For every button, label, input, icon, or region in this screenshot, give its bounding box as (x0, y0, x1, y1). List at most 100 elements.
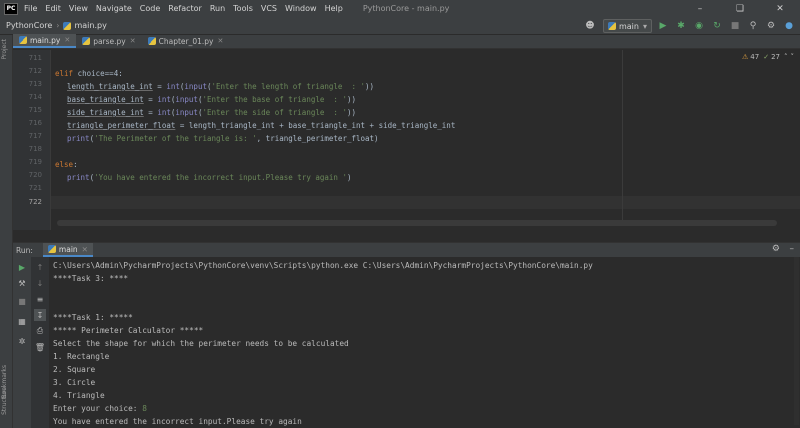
breadcrumb-project[interactable]: PythonCore (6, 21, 52, 30)
console-line: You have entered the incorrect input.Ple… (53, 417, 302, 426)
project-tool-button[interactable]: Project (1, 39, 8, 60)
profile-icon[interactable]: ↻ (710, 19, 724, 33)
line-number-gutter: 711 712 713 714 715 716 717 718 719 720 … (13, 50, 51, 230)
chevron-down-icon: ▾ (642, 21, 647, 31)
run-icon[interactable]: ▶ (656, 19, 670, 33)
wrench-icon[interactable]: ⚒ (16, 277, 28, 289)
right-margin-guide (622, 50, 623, 220)
close-icon[interactable]: ✕ (82, 245, 88, 254)
python-file-icon (147, 37, 156, 45)
chevron-down-icon[interactable]: ˅ (791, 53, 795, 61)
python-file-icon (82, 37, 91, 45)
tab-chapter-01-py[interactable]: Chapter_01.py ✕ (142, 34, 230, 48)
console-line: C:\Users\Admin\PycharmProjects\PythonCor… (53, 261, 593, 270)
warning-count: 47 (750, 53, 760, 61)
console-user-input: 8 (142, 404, 147, 413)
search-icon[interactable]: ⚲ (746, 19, 760, 33)
code-line-715: side_triangle_int = int(input('Enter the… (67, 108, 356, 117)
stop-icon[interactable]: ■ (16, 295, 28, 307)
console-line: ****Task 3: **** (53, 274, 129, 283)
chevron-right-icon: › (56, 21, 60, 30)
code-line-713: length_triangle_int = int(input('Enter t… (67, 82, 375, 91)
stop-icon[interactable]: ■ (728, 19, 742, 33)
arrow-up-icon[interactable]: ↑ (34, 261, 46, 273)
menu-vcs[interactable]: VCS (261, 4, 277, 13)
restore-window-button[interactable]: ❏ (720, 0, 760, 17)
console-output[interactable]: C:\Users\Admin\PycharmProjects\PythonCor… (53, 259, 793, 427)
menu-file[interactable]: File (24, 4, 37, 13)
coverage-icon[interactable]: ◉ (692, 19, 706, 33)
code-line-720: print('You have entered the incorrect in… (67, 173, 352, 182)
run-configuration-label: main (618, 21, 639, 31)
warning-icon: ⚠ (742, 53, 749, 61)
minimize-icon[interactable]: – (790, 244, 795, 254)
console-line: 3. Circle (53, 378, 96, 387)
tab-main-py[interactable]: main.py ✕ (13, 34, 77, 48)
menu-help[interactable]: Help (325, 4, 343, 13)
minimize-window-button[interactable]: – (680, 0, 720, 17)
line-number: 720 (28, 171, 42, 179)
line-number: 717 (28, 132, 42, 140)
rerun-icon[interactable]: ▶ (16, 261, 28, 273)
menu-refactor[interactable]: Refactor (168, 4, 202, 13)
user-icon[interactable]: ☻ (583, 19, 597, 33)
navigation-bar: PythonCore › main.py ☻ main ▾ ▶ ✱ ◉ ↻ ■ … (0, 17, 800, 35)
menu-run[interactable]: Run (210, 4, 225, 13)
console-prompt: Enter your choice: (53, 404, 143, 413)
layout-icon[interactable]: ▦ (16, 315, 28, 327)
console-line: 2. Square (53, 365, 96, 374)
line-number: 715 (28, 106, 42, 114)
python-file-icon (607, 22, 616, 30)
print-icon[interactable]: ⎙ (34, 325, 46, 337)
run-tool-header: Run: main ✕ ⚙ – (13, 243, 800, 257)
menu-edit[interactable]: Edit (45, 4, 61, 13)
menu-window[interactable]: Window (285, 4, 317, 13)
console-line: 1. Rectangle (53, 352, 110, 361)
pycharm-logo-icon: PC (4, 2, 18, 15)
trash-icon[interactable]: 🗑 (34, 341, 46, 353)
run-tab-main[interactable]: main ✕ (42, 243, 93, 257)
weak-warning-count: 27 (771, 53, 780, 61)
pin-icon[interactable]: ✲ (16, 335, 28, 347)
arrow-down-icon[interactable]: ↓ (34, 277, 46, 289)
inspection-widget[interactable]: ⚠ 47 ✓ 27 ˄ ˅ (742, 53, 794, 61)
menu-navigate[interactable]: Navigate (96, 4, 132, 13)
code-line-714: base_triangle_int = int(input('Enter the… (67, 95, 356, 104)
run-label: Run: (16, 245, 33, 255)
close-icon[interactable]: ✕ (130, 37, 136, 45)
line-number: 721 (28, 184, 42, 192)
code-line-719: else: (55, 160, 78, 169)
code-editor[interactable]: 711 712 713 714 715 716 717 718 719 720 … (13, 50, 800, 230)
tab-parse-py[interactable]: parse.py ✕ (76, 34, 141, 48)
breadcrumb-file[interactable]: main.py (74, 21, 106, 30)
close-icon[interactable]: ✕ (218, 37, 224, 45)
close-icon[interactable]: ✕ (64, 36, 70, 44)
scroll-to-end-icon[interactable]: ↧ (34, 309, 46, 321)
run-configuration-select[interactable]: main ▾ (602, 19, 652, 33)
tab-label: parse.py (93, 36, 126, 46)
tab-label: main.py (30, 35, 61, 45)
menu-view[interactable]: View (69, 4, 88, 13)
gear-icon[interactable]: ⚙ (772, 244, 780, 254)
run-toolbar-primary: ▶ ⚒ ■ ▦ ✲ (13, 257, 31, 428)
line-number: 712 (28, 67, 42, 75)
console-line: ****Task 1: ***** (53, 313, 133, 322)
soft-wrap-icon[interactable]: ≡ (34, 293, 46, 305)
line-number: 718 (28, 145, 42, 153)
console-line: ***** Perimeter Calculator ***** (53, 326, 204, 335)
editor-horizontal-scrollbar[interactable] (57, 220, 777, 226)
caret-row-highlight (51, 196, 800, 209)
run-toolbar-secondary: ↑ ↓ ≡ ↧ ⎙ 🗑 (31, 257, 49, 428)
chevron-up-icon[interactable]: ˄ (784, 53, 788, 61)
menu-code[interactable]: Code (140, 4, 160, 13)
line-number: 714 (28, 93, 42, 101)
debug-icon[interactable]: ✱ (674, 19, 688, 33)
pycharm-updates-icon[interactable]: ● (782, 19, 796, 33)
menu-tools[interactable]: Tools (233, 4, 253, 13)
console-scrollbar[interactable] (794, 257, 799, 425)
settings-icon[interactable]: ⚙ (764, 19, 778, 33)
structure-tool-button[interactable]: Structure (1, 387, 8, 415)
close-window-button[interactable]: ✕ (760, 0, 800, 17)
console-line: Select the shape for which the perimeter… (53, 339, 349, 348)
